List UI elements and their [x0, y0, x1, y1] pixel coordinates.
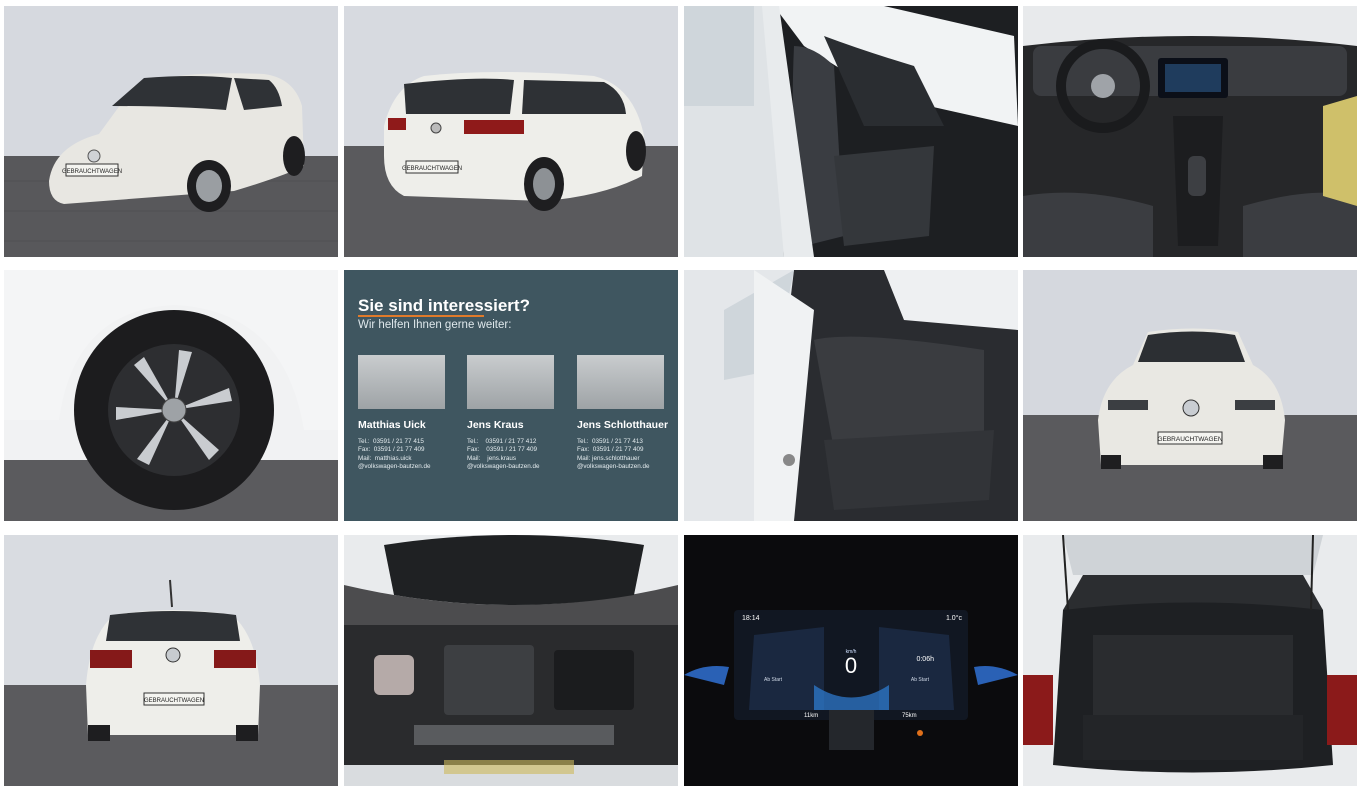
trunk-open-photo[interactable] [1023, 535, 1357, 786]
svg-text:18:14: 18:14 [742, 615, 760, 622]
person-name: Jens Schlotthauer [577, 419, 669, 431]
svg-text:GEBRAUCHTWAGEN: GEBRAUCHTWAGEN [1157, 436, 1222, 443]
svg-text:GEBRAUCHTWAGEN: GEBRAUCHTWAGEN [62, 169, 122, 175]
contact-heading: Sie sind interessiert? [358, 296, 530, 315]
alloy-wheel-photo[interactable] [4, 270, 338, 521]
engine-bay-photo[interactable] [344, 535, 678, 786]
front-three-quarter-photo[interactable]: GEBRAUCHTWAGEN [4, 6, 338, 257]
svg-text:Ab Start: Ab Start [764, 677, 783, 683]
person-contact-info: Tel.: 03591 / 21 77 412 Fax: 03591 / 21 … [467, 438, 540, 470]
contact-person-1: Matthias Uick Tel.: 03591 / 21 77 415 Fa… [358, 355, 458, 471]
contact-subheading: Wir helfen Ihnen gerne weiter: [358, 319, 512, 331]
svg-text:1.0°c: 1.0°c [946, 614, 963, 622]
svg-text:GEBRAUCHTWAGEN: GEBRAUCHTWAGEN [144, 698, 204, 704]
svg-text:0: 0 [845, 653, 857, 678]
front-view-photo[interactable]: GEBRAUCHTWAGEN [1023, 270, 1357, 521]
person-name: Matthias Uick [358, 419, 426, 431]
person-photo [577, 355, 664, 409]
person-contact-info: Tel.: 03591 / 21 77 413 Fax: 03591 / 21 … [577, 438, 650, 470]
dashboard-cockpit-photo[interactable] [1023, 6, 1357, 257]
contact-person-2: Jens Kraus Tel.: 03591 / 21 77 412 Fax: … [467, 355, 567, 471]
svg-text:Ab Start: Ab Start [911, 677, 930, 683]
rear-three-quarter-photo[interactable]: GEBRAUCHTWAGEN [344, 6, 678, 257]
svg-text:0:06h: 0:06h [916, 656, 934, 663]
contact-card: Sie sind interessiert? Wir helfen Ihnen … [344, 270, 678, 521]
person-photo [358, 355, 445, 409]
svg-text:11km: 11km [804, 713, 818, 719]
heading-underline [358, 315, 484, 317]
photo-gallery-grid: GEBRAUCHTWAGEN GEBRAUCHTWAGEN Sie sind i… [0, 0, 1365, 786]
person-name: Jens Kraus [467, 419, 524, 431]
digital-cockpit-photo[interactable]: 18:14 1.0°c km/h 0 0:06h Ab Start Ab Sta… [684, 535, 1018, 786]
person-photo [467, 355, 554, 409]
person-contact-info: Tel.: 03591 / 21 77 415 Fax: 03591 / 21 … [358, 438, 431, 470]
svg-text:GEBRAUCHTWAGEN: GEBRAUCHTWAGEN [402, 166, 462, 172]
front-seats-interior-photo[interactable] [684, 6, 1018, 257]
rear-view-photo[interactable]: GEBRAUCHTWAGEN [4, 535, 338, 786]
rear-seats-photo[interactable] [684, 270, 1018, 521]
contact-person-3: Jens Schlotthauer Tel.: 03591 / 21 77 41… [577, 355, 677, 471]
svg-text:75km: 75km [902, 713, 917, 719]
